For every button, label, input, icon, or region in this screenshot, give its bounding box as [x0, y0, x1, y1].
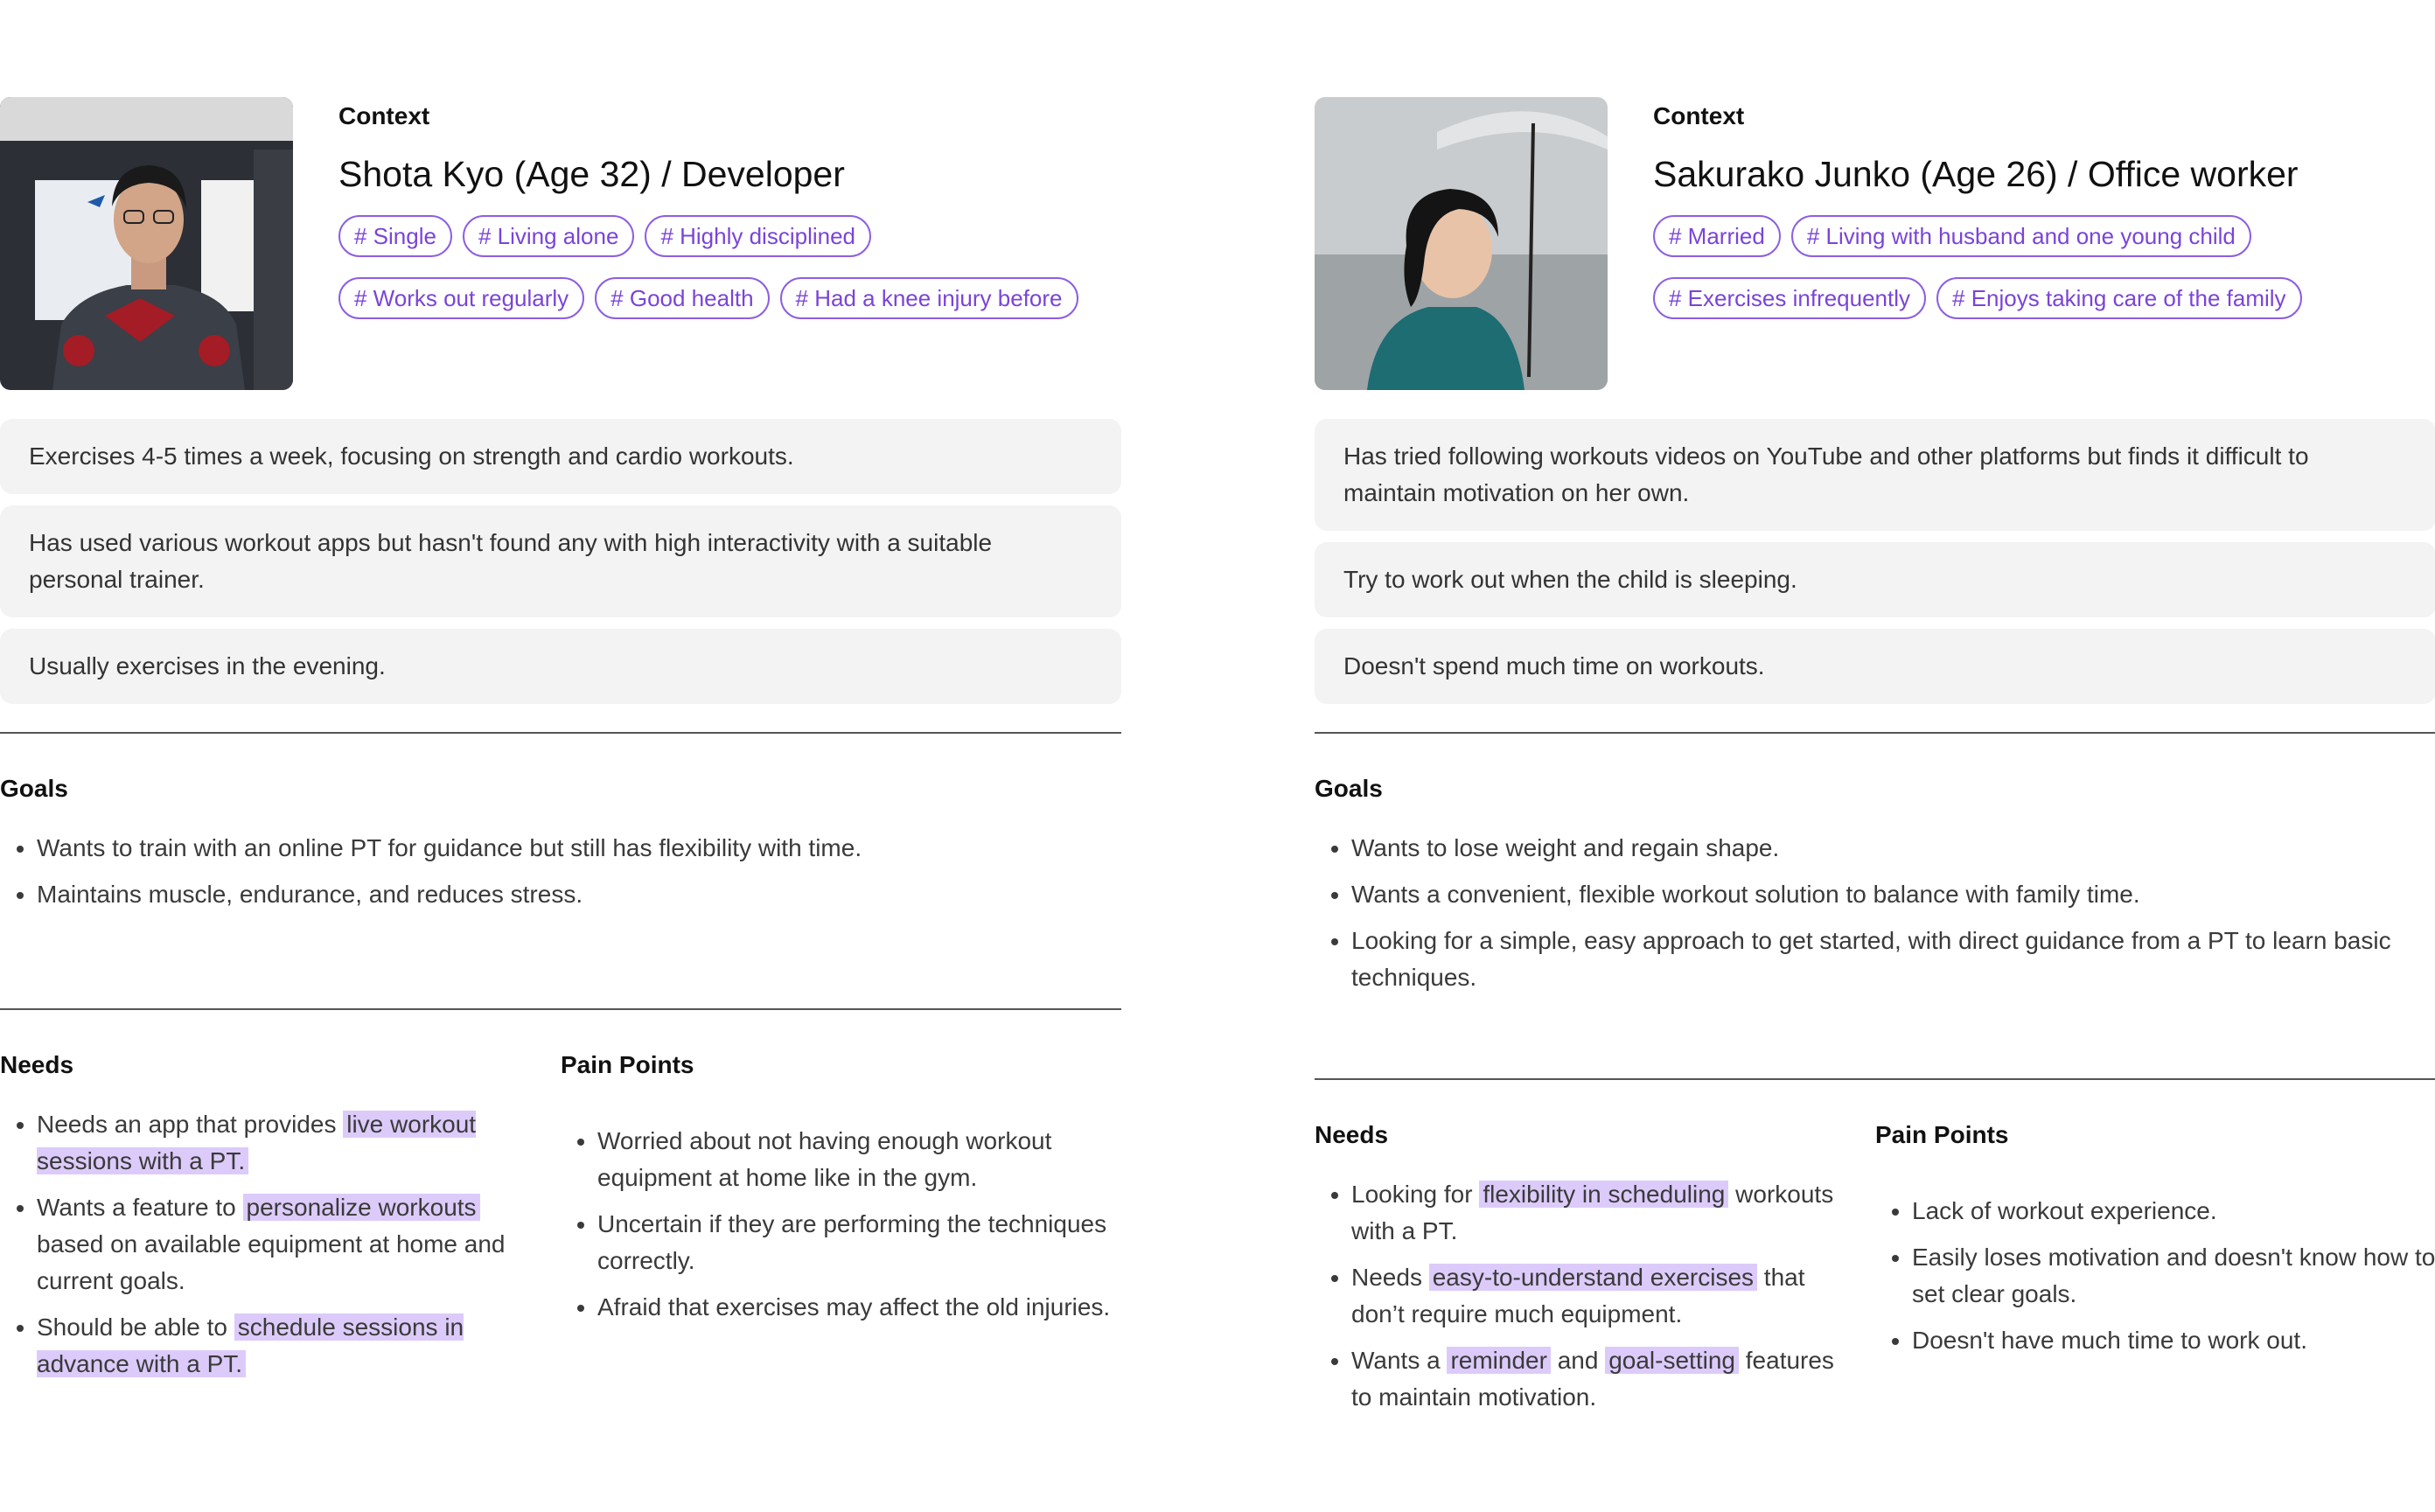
context-item: Exercises 4-5 times a week, focusing on … — [0, 419, 1121, 494]
needs-title: Needs — [1315, 1121, 1389, 1148]
needs-pain-section: Needs Needs an app that provides live wo… — [0, 1010, 1121, 1392]
tag-list: # Married # Living with husband and one … — [1653, 215, 2435, 319]
persona-card-shota: Context Shota Kyo (Age 32) / Developer #… — [0, 97, 1121, 1392]
persona-photo — [0, 97, 293, 390]
need-text: based on available equipment at home and… — [37, 1230, 506, 1294]
context-list: Exercises 4-5 times a week, focusing on … — [0, 419, 1121, 704]
tag: # Living with husband and one young chil… — [1790, 215, 2251, 257]
pain-points-title: Pain Points — [561, 1051, 694, 1078]
pain-point-item: Afraid that exercises may affect the old… — [597, 1289, 1121, 1326]
need-text: Looking for — [1351, 1181, 1480, 1208]
man-portrait-photo-icon — [0, 97, 293, 390]
need-item: Needs an app that provides live workout … — [37, 1106, 534, 1180]
tag: # Had a knee injury before — [779, 277, 1078, 319]
need-item: Looking for flexibility in scheduling wo… — [1351, 1176, 1849, 1250]
woman-umbrella-photo-icon — [1315, 97, 1608, 390]
persona-header-text: Context Sakurako Junko (Age 26) / Office… — [1653, 97, 2435, 319]
tag: # Highly disciplined — [645, 215, 871, 257]
context-item: Has tried following workouts videos on Y… — [1315, 419, 2435, 531]
pain-points-column: Pain Points Lack of workout experience. … — [1875, 1120, 2435, 1425]
goals-title: Goals — [1315, 775, 1383, 802]
need-item: Should be able to schedule sessions in a… — [37, 1309, 534, 1383]
need-item: Wants a feature to personalize workouts … — [37, 1189, 534, 1299]
need-text: and — [1550, 1347, 1606, 1374]
tag: # Enjoys taking care of the family — [1936, 277, 2302, 319]
need-highlight: goal-setting — [1605, 1347, 1739, 1374]
goal-item: Wants to train with an online PT for gui… — [37, 830, 1121, 867]
goals-section: Goals Wants to train with an online PT f… — [0, 734, 1121, 1008]
persona-name: Shota Kyo (Age 32) / Developer — [338, 154, 845, 194]
context-list: Has tried following workouts videos on Y… — [1315, 419, 2435, 704]
need-highlight: personalize workouts — [242, 1194, 480, 1221]
pain-points-column: Pain Points Worried about not having eno… — [561, 1050, 1121, 1392]
needs-pain-section: Needs Looking for flexibility in schedul… — [1315, 1080, 2435, 1425]
need-highlight: reminder — [1447, 1347, 1551, 1374]
tag-list: # Single # Living alone # Highly discipl… — [338, 215, 1121, 319]
context-item: Usually exercises in the evening. — [0, 629, 1121, 704]
persona-photo — [1315, 97, 1608, 390]
persona-card-sakurako: Context Sakurako Junko (Age 26) / Office… — [1315, 97, 2435, 1425]
need-text: Wants a — [1351, 1347, 1448, 1374]
needs-column: Needs Needs an app that provides live wo… — [0, 1050, 561, 1392]
need-highlight: easy-to-understand exercises — [1428, 1264, 1758, 1291]
tag: # Good health — [595, 277, 770, 319]
tag: # Living alone — [462, 215, 635, 257]
tag: # Single — [338, 215, 452, 257]
context-item: Has used various workout apps but hasn't… — [0, 505, 1121, 617]
persona-header-text: Context Shota Kyo (Age 32) / Developer #… — [338, 97, 1121, 319]
need-highlight: flexibility in scheduling — [1479, 1181, 1729, 1208]
pain-point-item: Uncertain if they are performing the tec… — [597, 1206, 1121, 1279]
goal-item: Wants to lose weight and regain shape. — [1351, 830, 2435, 867]
goals-title: Goals — [0, 775, 68, 802]
needs-list: Looking for flexibility in scheduling wo… — [1315, 1176, 1849, 1416]
need-text: Should be able to — [37, 1313, 234, 1341]
goal-item: Wants a convenient, flexible workout sol… — [1351, 876, 2435, 913]
context-label: Context — [338, 102, 430, 129]
need-text: Needs — [1351, 1264, 1429, 1291]
pain-point-item: Lack of workout experience. — [1912, 1193, 2435, 1230]
need-text: Needs an app that provides — [37, 1111, 344, 1138]
goal-item: Looking for a simple, easy approach to g… — [1351, 923, 2435, 996]
tag: # Works out regularly — [338, 277, 585, 319]
need-text: Wants a feature to — [37, 1194, 243, 1221]
tag: # Exercises infrequently — [1653, 277, 1927, 319]
goals-list: Wants to lose weight and regain shape. W… — [1315, 830, 2435, 996]
pain-points-title: Pain Points — [1875, 1121, 2009, 1148]
pain-points-list: Worried about not having enough workout … — [561, 1123, 1121, 1326]
context-item: Doesn't spend much time on workouts. — [1315, 629, 2435, 704]
persona-name: Sakurako Junko (Age 26) / Office worker — [1653, 154, 2299, 194]
pain-points-list: Lack of workout experience. Easily loses… — [1875, 1193, 2435, 1359]
pain-point-item: Worried about not having enough workout … — [597, 1123, 1121, 1196]
persona-header: Context Shota Kyo (Age 32) / Developer #… — [0, 97, 1121, 390]
needs-column: Needs Looking for flexibility in schedul… — [1315, 1120, 1875, 1425]
persona-header: Context Sakurako Junko (Age 26) / Office… — [1315, 97, 2435, 390]
need-item: Needs easy-to-understand exercises that … — [1351, 1259, 1849, 1333]
context-item: Try to work out when the child is sleepi… — [1315, 542, 2435, 617]
tag: # Married — [1653, 215, 1781, 257]
context-label: Context — [1653, 102, 1745, 129]
goal-item: Maintains muscle, endurance, and reduces… — [37, 876, 1121, 913]
goals-list: Wants to train with an online PT for gui… — [0, 830, 1121, 913]
goals-section: Goals Wants to lose weight and regain sh… — [1315, 734, 2435, 1078]
pain-point-item: Doesn't have much time to work out. — [1912, 1322, 2435, 1359]
need-item: Wants a reminder and goal-setting featur… — [1351, 1342, 1849, 1416]
needs-list: Needs an app that provides live workout … — [0, 1106, 534, 1383]
needs-title: Needs — [0, 1051, 74, 1078]
pain-point-item: Easily loses motivation and doesn't know… — [1912, 1239, 2435, 1313]
